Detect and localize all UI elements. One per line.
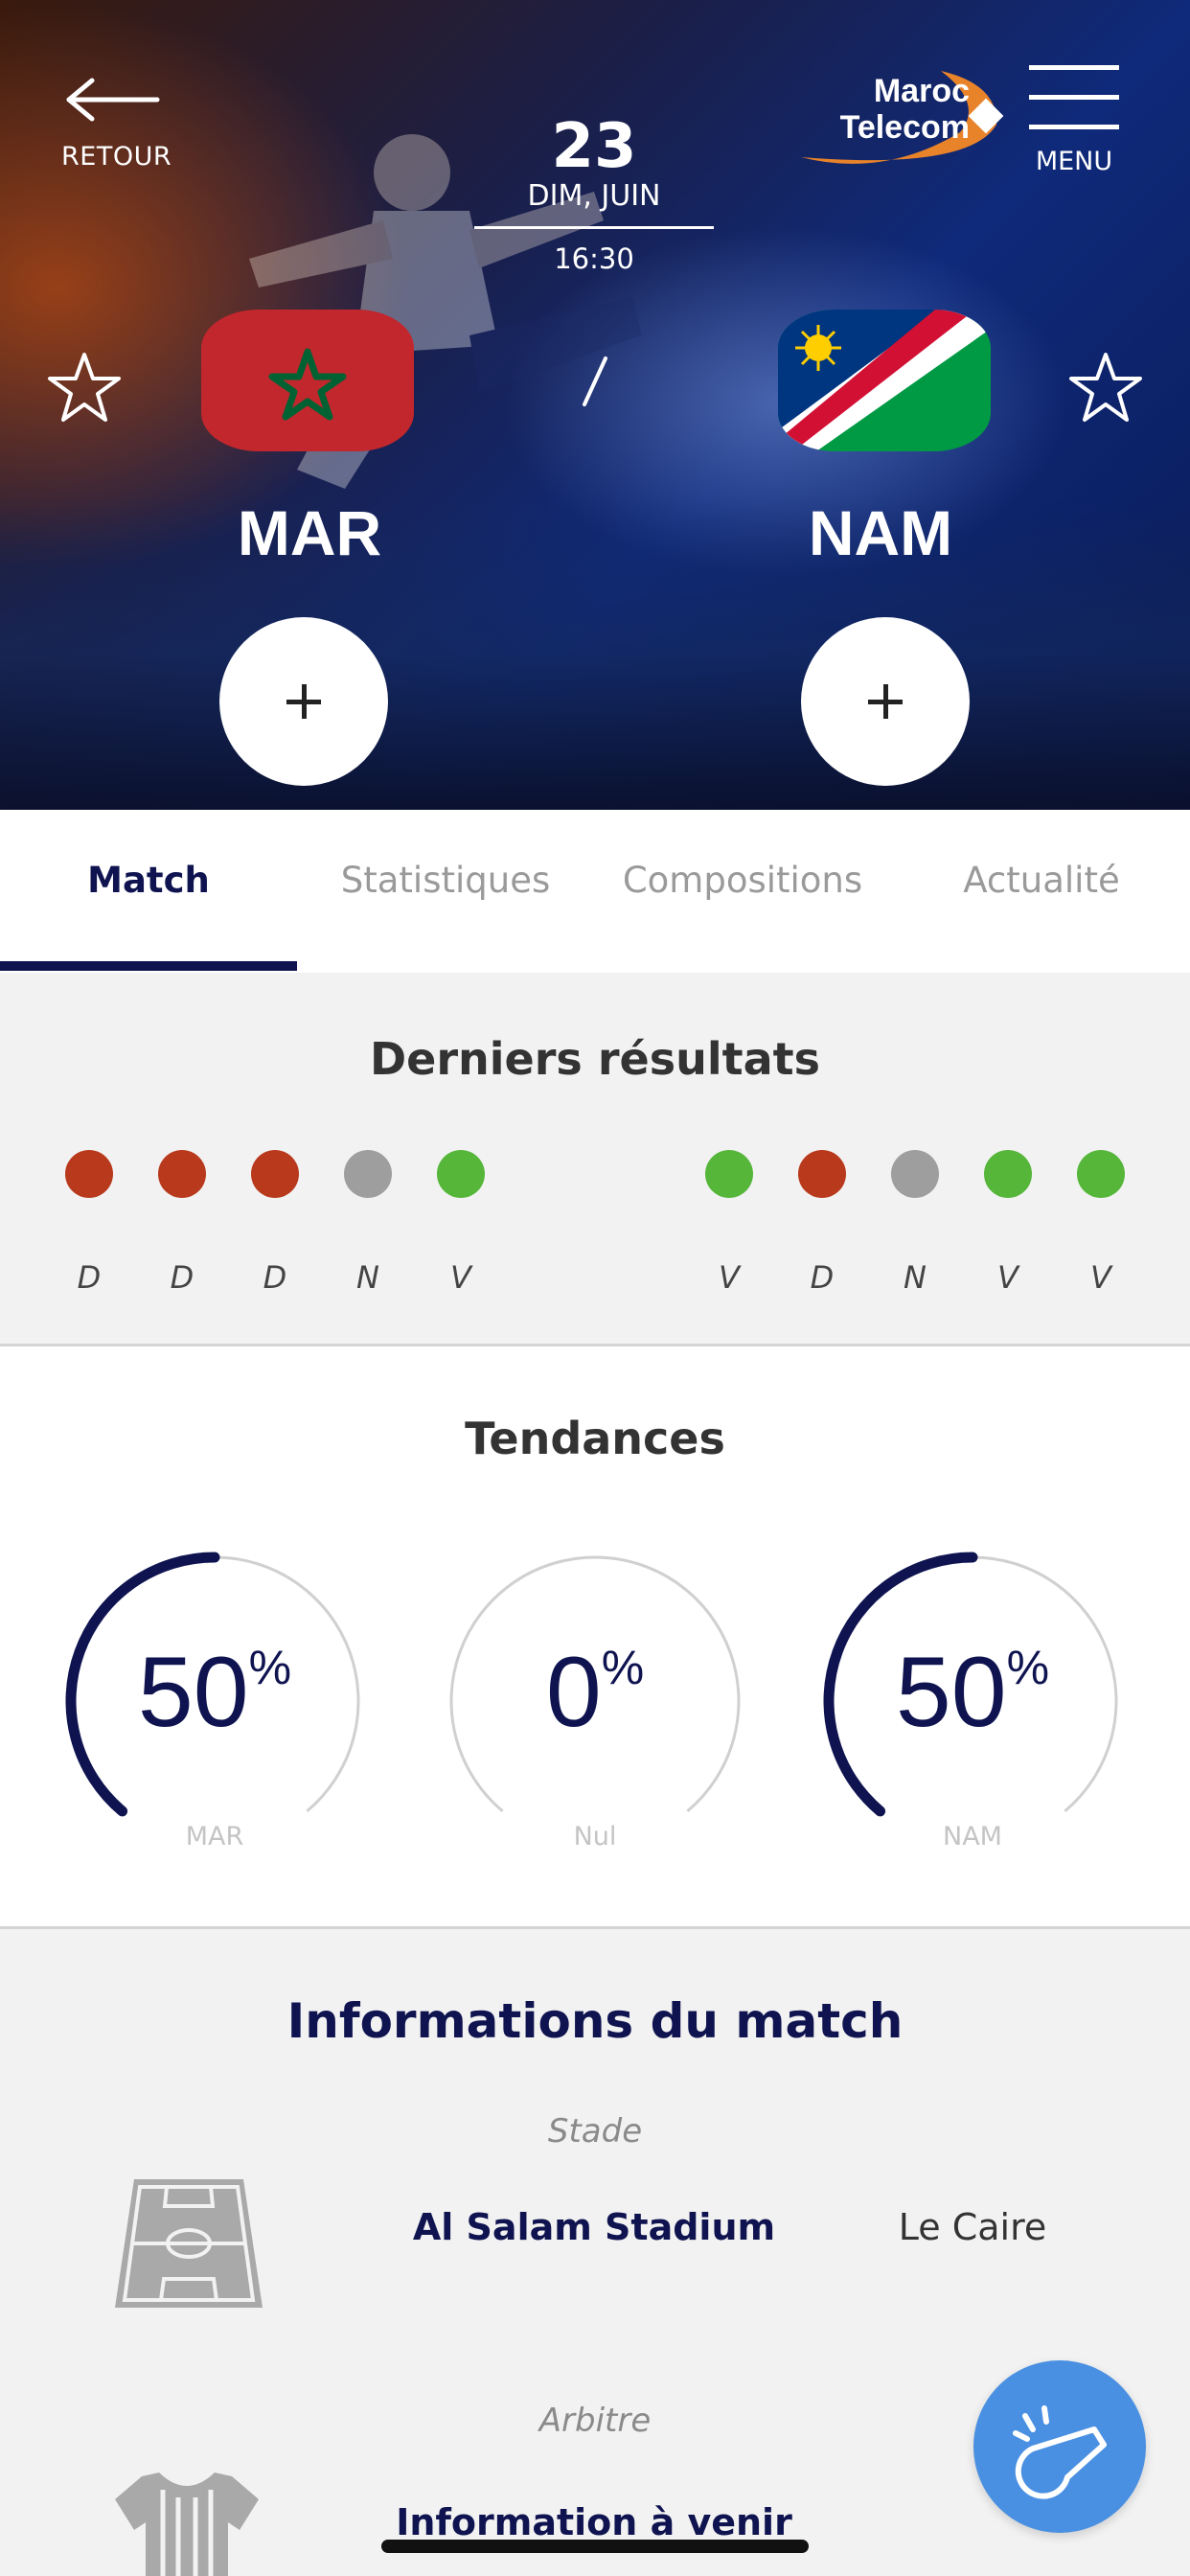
hamburger-icon [1029, 65, 1119, 70]
gauge-home: 50% MAR [61, 1548, 368, 1854]
tab-compositions[interactable]: Compositions [594, 860, 891, 901]
away-result-dot [798, 1150, 846, 1198]
match-header: RETOUR Maroc Telecom MENU 23 DIM, JUIN 1… [0, 0, 1190, 810]
star-pentagram-icon [268, 348, 347, 421]
match-date: 23 DIM, JUIN 16:30 [474, 113, 714, 275]
tab-statistiques[interactable]: Statistiques [297, 860, 594, 901]
gauge-away: 50% NAM [819, 1548, 1126, 1854]
home-result-letter: N [356, 1259, 379, 1296]
home-result-dot [437, 1150, 485, 1198]
whistle-icon [1013, 2405, 1107, 2499]
date-divider [474, 226, 714, 229]
away-result-dot [1077, 1150, 1125, 1198]
gauge-away-unit: % [1006, 1641, 1050, 1694]
home-result-dot [65, 1150, 113, 1198]
home-result-letter: V [450, 1259, 471, 1296]
home-result-dot [251, 1150, 299, 1198]
gauge-away-value: 50 [895, 1637, 1007, 1748]
back-button[interactable]: RETOUR [61, 77, 172, 172]
gauge-away-label: NAM [943, 1822, 1002, 1852]
gauge-home-unit: % [248, 1641, 292, 1694]
active-tab-indicator [0, 961, 297, 971]
maroc-telecom-logo: Maroc Telecom [797, 65, 1018, 171]
referee-name: Information à venir [396, 2501, 792, 2543]
results-title: Derniers résultats [369, 1033, 821, 1085]
trends-title: Tendances [465, 1413, 725, 1464]
away-result-letter: V [719, 1259, 740, 1296]
match-page: RETOUR Maroc Telecom MENU 23 DIM, JUIN 1… [0, 0, 1190, 2576]
arrow-left-icon [66, 78, 160, 122]
menu-button[interactable]: MENU [1029, 65, 1119, 176]
tab-match[interactable]: Match [0, 860, 297, 901]
flag-namibia [778, 310, 991, 451]
stadium-label: Stade [547, 2112, 643, 2150]
gauge-home-value: 50 [137, 1637, 249, 1748]
back-label: RETOUR [61, 142, 172, 172]
gauge-home-label: MAR [185, 1822, 244, 1852]
away-team-code: NAM [808, 497, 953, 568]
match-day: 23 [551, 111, 637, 182]
away-result-letter: V [1090, 1259, 1111, 1296]
home-result-dot [158, 1150, 206, 1198]
favorite-home-star-icon[interactable] [46, 351, 123, 424]
home-team-code: MAR [237, 497, 382, 568]
match-info-title: Informations du match [286, 1993, 904, 2049]
away-result-letter: V [997, 1259, 1018, 1296]
flag-morocco [201, 310, 414, 451]
whistle-button[interactable] [973, 2360, 1146, 2533]
gauge-draw: 0% Nul [442, 1548, 748, 1854]
brand-line-1: Maroc [873, 73, 970, 109]
away-add-button[interactable] [801, 617, 970, 786]
home-result-letter: D [77, 1259, 102, 1296]
tab-bar: Match Statistiques Compositions Actualit… [0, 810, 1190, 973]
home-result-letter: D [170, 1259, 195, 1296]
home-indicator [381, 2540, 809, 2553]
away-result-dot [891, 1150, 939, 1198]
away-result-dot [705, 1150, 753, 1198]
gauge-draw-label: Nul [573, 1822, 617, 1852]
gauge-draw-value: 0 [545, 1637, 602, 1748]
away-result-letter: D [810, 1259, 835, 1296]
stadium-city: Le Caire [898, 2206, 1047, 2248]
home-result-dot [344, 1150, 392, 1198]
home-result-letter: D [263, 1259, 287, 1296]
pitch-icon [115, 2179, 263, 2308]
match-month: DIM, JUIN [527, 179, 661, 213]
stadium-name: Al Salam Stadium [412, 2206, 776, 2248]
referee-shirt-icon [115, 2472, 259, 2576]
home-add-button[interactable] [219, 617, 388, 786]
away-result-letter: N [904, 1259, 927, 1296]
gauge-draw-unit: % [601, 1641, 645, 1694]
favorite-away-star-icon[interactable] [1067, 351, 1144, 424]
menu-label: MENU [1035, 147, 1113, 176]
away-result-dot [984, 1150, 1032, 1198]
score-separator [583, 356, 607, 406]
tab-actualite[interactable]: Actualité [893, 860, 1190, 901]
brand-line-2: Telecom [839, 109, 970, 146]
match-time: 16:30 [554, 242, 634, 275]
